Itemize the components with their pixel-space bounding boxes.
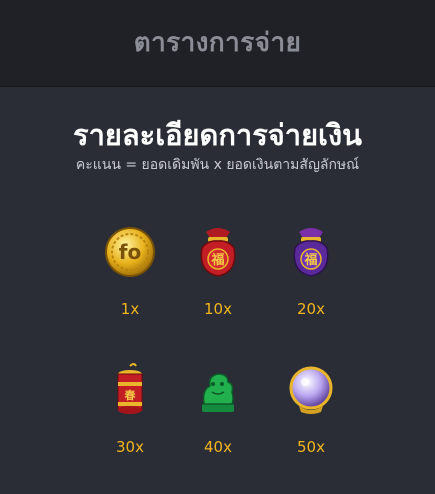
multiplier-label: 30x bbox=[116, 438, 144, 456]
payout-formula: คะแนน = ยอดเดิมพัน x ยอดเงินตามสัญลักษณ์ bbox=[75, 157, 360, 173]
symbol-card-coin: fo 1x bbox=[90, 222, 170, 318]
multiplier-label: 1x bbox=[120, 300, 140, 318]
multiplier-label: 10x bbox=[204, 300, 232, 318]
crystal-orb-icon bbox=[289, 366, 333, 414]
symbol-card-purple-bag: 福 20x bbox=[271, 222, 351, 318]
symbol-card-red-bag: 福 10x bbox=[178, 222, 258, 318]
multiplier-label: 50x bbox=[297, 438, 325, 456]
svg-text:fo: fo bbox=[119, 240, 141, 264]
svg-text:福: 福 bbox=[210, 252, 224, 268]
payout-heading: รายละเอียดการจ่ายเงิน bbox=[73, 118, 362, 152]
page-title: ตารางการจ่าย bbox=[133, 28, 302, 58]
firecracker-icon: 春 bbox=[117, 363, 143, 414]
top-bar: ตารางการจ่าย bbox=[0, 0, 435, 87]
gold-coin-icon: fo bbox=[105, 227, 155, 277]
jade-pixiu-icon bbox=[202, 373, 234, 412]
red-fortune-bag-icon: 福 bbox=[200, 228, 236, 277]
symbol-card-jade: 40x bbox=[178, 360, 258, 456]
svg-text:春: 春 bbox=[125, 388, 137, 402]
symbol-card-orb: 50x bbox=[271, 360, 351, 456]
symbol-card-firecracker: 春 30x bbox=[90, 360, 170, 456]
multiplier-label: 20x bbox=[297, 300, 325, 318]
purple-fortune-bag-icon: 福 bbox=[293, 228, 329, 277]
svg-text:福: 福 bbox=[303, 252, 317, 268]
multiplier-label: 40x bbox=[204, 438, 232, 456]
